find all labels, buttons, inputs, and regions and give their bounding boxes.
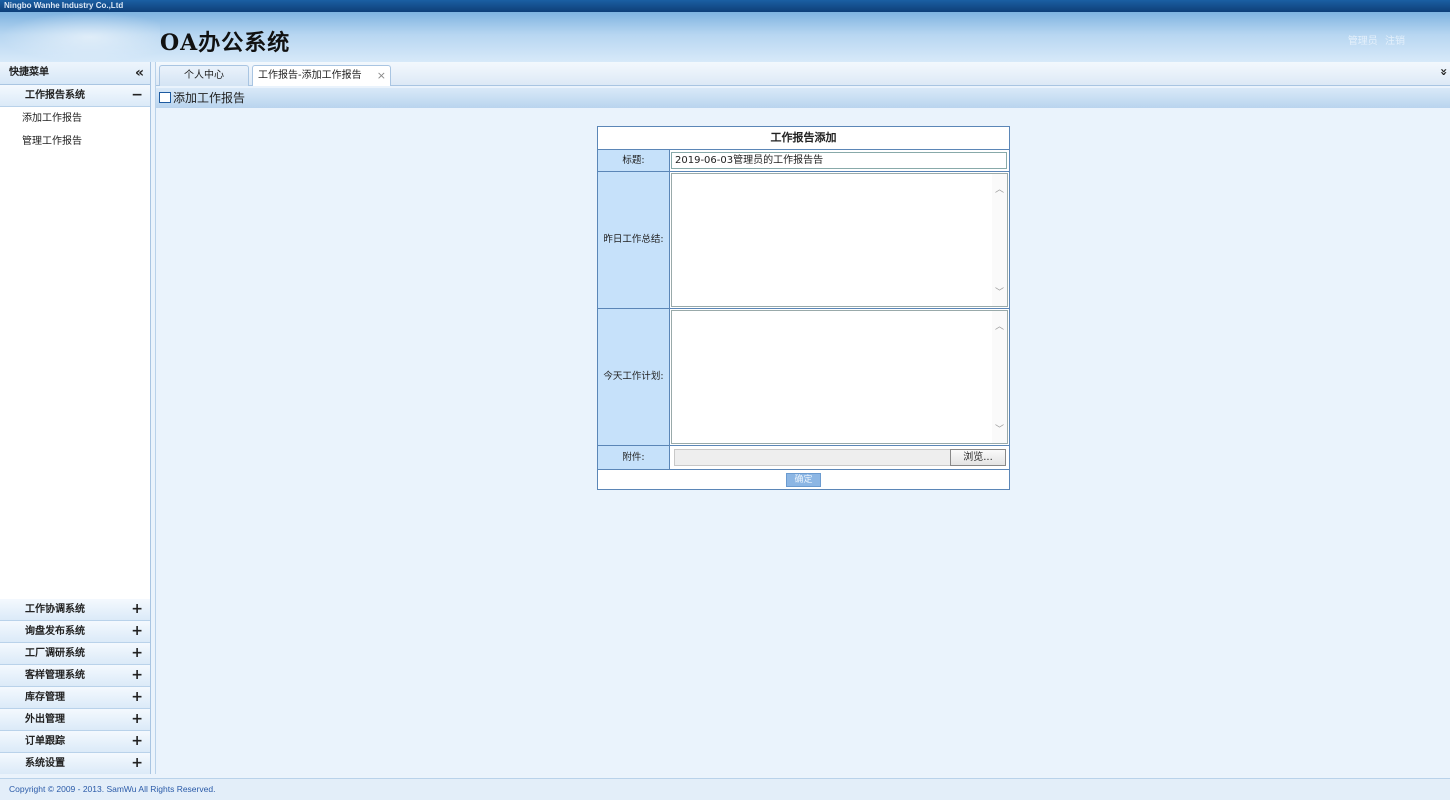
tab-label: 工作报告-添加工作报告 bbox=[258, 70, 362, 81]
scroll-down-icon[interactable]: ﹀ bbox=[995, 285, 1004, 298]
expand-icon[interactable]: + bbox=[131, 753, 143, 774]
expand-icon[interactable]: + bbox=[131, 709, 143, 730]
panel-title-bar: 添加工作报告 bbox=[156, 88, 1450, 108]
header-logo-glow bbox=[0, 12, 160, 62]
sidebar-group-work-report[interactable]: 工作报告系统 − bbox=[0, 85, 150, 107]
expand-icon[interactable]: + bbox=[131, 621, 143, 642]
group-label: 订单跟踪 bbox=[25, 736, 65, 747]
sidebar-group-orders[interactable]: 订单跟踪 + bbox=[0, 731, 150, 753]
sidebar-item-manage-report[interactable]: 管理工作报告 bbox=[0, 130, 150, 153]
sidebar-group-inquiry[interactable]: 询盘发布系统 + bbox=[0, 621, 150, 643]
yesterday-summary-label: 昨日工作总结: bbox=[598, 172, 670, 309]
report-form: 工作报告添加 标题: 2019-06-03管理员的工作报告告 昨日工作总结: ︿… bbox=[597, 126, 1010, 490]
close-icon[interactable]: × bbox=[377, 66, 386, 86]
tab-personal-center[interactable]: 个人中心 bbox=[159, 65, 249, 86]
chevron-down-icon[interactable]: » bbox=[1437, 68, 1450, 76]
collapse-icon[interactable]: − bbox=[131, 85, 143, 106]
expand-icon[interactable]: + bbox=[131, 731, 143, 752]
expand-icon[interactable]: + bbox=[131, 665, 143, 686]
scroll-down-icon[interactable]: ﹀ bbox=[995, 422, 1004, 435]
group-label: 外出管理 bbox=[25, 714, 65, 725]
logout-link[interactable]: 注销 bbox=[1385, 36, 1405, 47]
browse-button[interactable]: 浏览... bbox=[950, 449, 1006, 466]
window-icon bbox=[159, 92, 171, 103]
expand-icon[interactable]: + bbox=[131, 599, 143, 620]
attachment-label: 附件: bbox=[598, 446, 670, 470]
main-area: 个人中心 工作报告-添加工作报告 × » 添加工作报告 工作报告添加 标题: 2… bbox=[155, 62, 1450, 774]
group-label: 库存管理 bbox=[25, 692, 65, 703]
yesterday-summary-cell: ︿ ﹀ bbox=[670, 172, 1009, 309]
group-label: 客样管理系统 bbox=[25, 670, 85, 681]
title-input[interactable]: 2019-06-03管理员的工作报告告 bbox=[671, 152, 1007, 169]
sidebar-group-coordination[interactable]: 工作协调系统 + bbox=[0, 599, 150, 621]
today-plan-label: 今天工作计划: bbox=[598, 309, 670, 446]
sidebar-group-settings[interactable]: 系统设置 + bbox=[0, 753, 150, 774]
company-bar: Ningbo Wanhe Industry Co.,Ltd bbox=[0, 0, 1450, 12]
sidebar-group-outing[interactable]: 外出管理 + bbox=[0, 709, 150, 731]
group-label: 工作报告系统 bbox=[25, 90, 85, 101]
sidebar-header: 快捷菜单 « bbox=[0, 62, 150, 85]
panel-title: 添加工作报告 bbox=[173, 91, 246, 105]
sidebar-item-add-report[interactable]: 添加工作报告 bbox=[0, 107, 150, 130]
sidebar-group-inventory[interactable]: 库存管理 + bbox=[0, 687, 150, 709]
sidebar-collapsed-groups: 工作协调系统 + 询盘发布系统 + 工厂调研系统 + 客样管理系统 + 库存管理 + 外出… bbox=[0, 599, 150, 774]
sidebar-title: 快捷菜单 bbox=[9, 67, 49, 78]
header: OA办公系统 管理员 注销 bbox=[0, 12, 1450, 62]
sidebar-group-factory-survey[interactable]: 工厂调研系统 + bbox=[0, 643, 150, 665]
form-heading: 工作报告添加 bbox=[598, 127, 1009, 150]
collapse-sidebar-icon[interactable]: « bbox=[135, 62, 144, 84]
sidebar-group-samples[interactable]: 客样管理系统 + bbox=[0, 665, 150, 687]
group-label: 询盘发布系统 bbox=[25, 626, 85, 637]
app-title: OA办公系统 bbox=[160, 30, 291, 56]
yesterday-summary-textarea[interactable]: ︿ ﹀ bbox=[671, 173, 1008, 307]
group-label: 工厂调研系统 bbox=[25, 648, 85, 659]
submit-button[interactable]: 确定 bbox=[786, 473, 821, 487]
tab-add-report[interactable]: 工作报告-添加工作报告 × bbox=[252, 65, 391, 86]
user-name-link[interactable]: 管理员 bbox=[1348, 36, 1378, 47]
sidebar: 快捷菜单 « 工作报告系统 − 添加工作报告 管理工作报告 工作协调系统 + 询盘… bbox=[0, 62, 151, 774]
tab-bar: 个人中心 工作报告-添加工作报告 × » bbox=[156, 62, 1450, 86]
group-label: 系统设置 bbox=[25, 758, 65, 769]
expand-icon[interactable]: + bbox=[131, 643, 143, 664]
expand-icon[interactable]: + bbox=[131, 687, 143, 708]
group-label: 工作协调系统 bbox=[25, 604, 85, 615]
today-plan-textarea[interactable]: ︿ ﹀ bbox=[671, 310, 1008, 444]
title-label: 标题: bbox=[598, 150, 670, 172]
scroll-up-icon[interactable]: ︿ bbox=[995, 319, 1004, 332]
footer-copyright: Copyright © 2009 - 2013. SamWu All Right… bbox=[0, 778, 1450, 800]
scroll-up-icon[interactable]: ︿ bbox=[995, 182, 1004, 195]
attachment-cell: 浏览... bbox=[670, 446, 1009, 470]
today-plan-cell: ︿ ﹀ bbox=[670, 309, 1009, 446]
user-links: 管理员 注销 bbox=[1344, 32, 1405, 47]
attachment-file-input[interactable]: 浏览... bbox=[674, 449, 1006, 466]
title-cell: 2019-06-03管理员的工作报告告 bbox=[670, 150, 1009, 172]
